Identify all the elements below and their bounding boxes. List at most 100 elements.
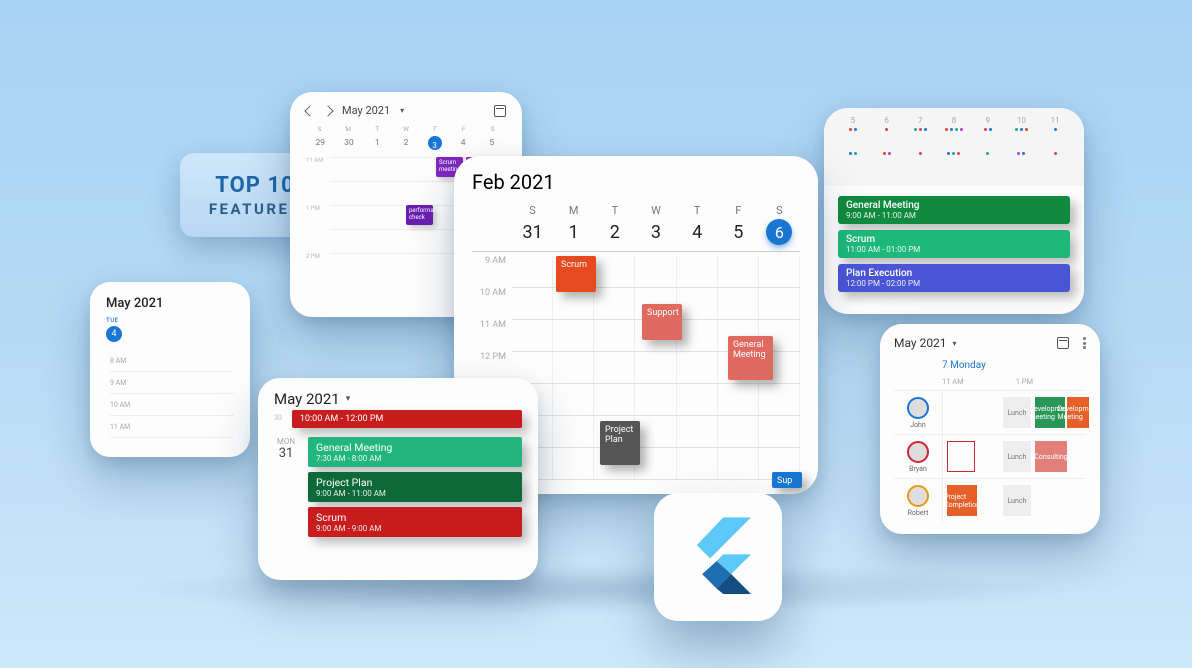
agenda-day-cell[interactable]: 7: [905, 116, 935, 145]
resource-row: JohnLunchDevelopment meetingDevelopment …: [894, 390, 1086, 434]
today-chip[interactable]: 6: [766, 219, 792, 245]
time-slot: 10 AM: [110, 394, 234, 416]
event-scrum[interactable]: Scrum: [556, 256, 596, 292]
event-time: 9:00 AM - 11:00 AM: [316, 489, 514, 498]
person-name: Bryan: [909, 465, 927, 473]
date-cell[interactable]: 30: [335, 135, 364, 151]
time-slot: 11 AM: [110, 416, 234, 438]
resource-row: Bryan LunchConsulting: [894, 434, 1086, 478]
calendar-card-day-mini: May 2021 TUE 4 8 AM9 AM10 AM11 AM: [90, 282, 250, 457]
agenda-day-cell[interactable]: [973, 149, 1003, 178]
day-label: 7 Monday: [942, 360, 1086, 371]
event-bar[interactable]: 10:00 AM - 12:00 PM: [292, 410, 522, 428]
time-label: 11 AM: [472, 320, 512, 352]
resource-event[interactable]: Development Meeting: [1067, 397, 1089, 428]
event-title: General Meeting: [316, 441, 514, 454]
dow-header: W: [635, 204, 676, 217]
chevron-left-icon[interactable]: [304, 105, 315, 116]
agenda-day-cell[interactable]: 5: [838, 116, 868, 145]
date-cell[interactable]: 5: [477, 135, 506, 151]
calendar-title: May 2021: [106, 296, 234, 311]
date-cell[interactable]: 2: [392, 135, 421, 151]
time-label: 10 AM: [472, 288, 512, 320]
dow-header: F: [450, 125, 477, 133]
event-time: 9:00 AM - 11:00 AM: [846, 211, 1062, 220]
event-time: 9:00 AM - 9:00 AM: [316, 524, 514, 533]
event-bar[interactable]: General Meeting9:00 AM - 11:00 AM: [838, 196, 1070, 224]
resource-event[interactable]: Project Completion: [947, 485, 977, 516]
time-label: [306, 181, 330, 205]
dropdown-icon[interactable]: ▾: [953, 339, 957, 348]
agenda-day-cell[interactable]: [905, 149, 935, 178]
agenda-day-cell[interactable]: 10: [1007, 116, 1037, 145]
person-name: John: [910, 421, 926, 429]
event-title: Project Plan: [316, 476, 514, 489]
dow-header: T: [421, 125, 448, 133]
agenda-day-cell[interactable]: 9: [973, 116, 1003, 145]
flutter-logo-icon: [685, 517, 751, 597]
event-bar[interactable]: General Meeting7:30 AM - 8:00 AM: [308, 437, 522, 467]
resource-event[interactable]: Consulting: [1035, 441, 1067, 472]
time-label: 11 AM: [942, 377, 964, 386]
date-cell[interactable]: 4: [677, 222, 718, 243]
avatar[interactable]: [907, 397, 929, 419]
agenda-day-cell[interactable]: 8: [939, 116, 969, 145]
event-support[interactable]: Support: [642, 304, 682, 340]
chevron-right-icon[interactable]: [322, 105, 333, 116]
resource-event[interactable]: Lunch: [1003, 485, 1031, 516]
avatar[interactable]: [907, 441, 929, 463]
calendar-icon[interactable]: [1057, 337, 1069, 349]
event-project[interactable]: Project Plan: [600, 421, 640, 465]
agenda-day-cell[interactable]: [939, 149, 969, 178]
date-cell[interactable]: 29: [306, 135, 335, 151]
avatar[interactable]: [907, 485, 929, 507]
dow-header: S: [512, 204, 553, 217]
event-title: General Meeting: [846, 200, 1062, 211]
calendar-title: May 2021: [894, 336, 947, 350]
date-cell[interactable]: 1: [363, 135, 392, 151]
event-title: Plan Execution: [846, 268, 1062, 279]
time-label: 1 PM: [1016, 377, 1033, 386]
date-cell[interactable]: 4: [449, 135, 478, 151]
dow-header: T: [364, 125, 391, 133]
today-chip[interactable]: 3: [428, 136, 442, 150]
date-cell[interactable]: 2: [594, 222, 635, 243]
event-sup2[interactable]: Sup: [772, 472, 802, 488]
event-bar[interactable]: Scrum9:00 AM - 9:00 AM: [308, 507, 522, 537]
selected-day-chip[interactable]: 4: [106, 326, 122, 342]
dow-header: F: [718, 204, 759, 217]
dow-header: T: [677, 204, 718, 217]
date-cell[interactable]: 3: [635, 222, 676, 243]
agenda-day-cell[interactable]: 6: [872, 116, 902, 145]
date-cell[interactable]: 31: [512, 222, 553, 243]
date-cell[interactable]: 1: [553, 222, 594, 243]
dow-header: S: [306, 125, 333, 133]
event-general[interactable]: General Meeting: [728, 336, 773, 380]
calendar-card-agenda-dots: 567891011 General Meeting9:00 AM - 11:00…: [824, 108, 1084, 314]
time-label: 1 PM: [306, 205, 330, 229]
event-perf[interactable]: performance check: [406, 205, 433, 225]
kebab-menu-icon[interactable]: [1083, 337, 1086, 349]
badge-line2: FEATURES: [209, 200, 301, 218]
agenda-day-cell[interactable]: [1007, 149, 1037, 178]
event-bar[interactable]: Project Plan9:00 AM - 11:00 AM: [308, 472, 522, 502]
event-time: 12:00 PM - 02:00 PM: [846, 279, 1062, 288]
calendar-title: Feb 2021: [472, 170, 800, 194]
day-num: 31: [274, 446, 298, 461]
resource-event[interactable]: [947, 441, 975, 472]
agenda-day-cell[interactable]: [1040, 149, 1070, 178]
calendar-icon[interactable]: [494, 105, 506, 117]
resource-event[interactable]: Lunch: [1003, 441, 1031, 472]
date-cell[interactable]: 5: [718, 222, 759, 243]
agenda-day-cell[interactable]: 11: [1040, 116, 1070, 145]
agenda-day-cell[interactable]: [838, 149, 868, 178]
event-bar[interactable]: Plan Execution12:00 PM - 02:00 PM: [838, 264, 1070, 292]
dropdown-icon[interactable]: ▾: [346, 394, 351, 404]
time-label: 2 PM: [306, 253, 330, 277]
event-bar[interactable]: Scrum11:00 AM - 01:00 PM: [838, 230, 1070, 258]
time-label: 9 AM: [472, 256, 512, 288]
dow-header: T: [594, 204, 635, 217]
event-title: Scrum: [316, 511, 514, 524]
agenda-day-cell[interactable]: [872, 149, 902, 178]
resource-event[interactable]: Lunch: [1003, 397, 1031, 428]
